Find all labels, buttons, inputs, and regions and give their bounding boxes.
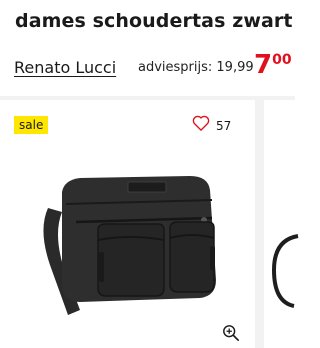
next-product-image[interactable] bbox=[268, 230, 308, 310]
favorite-button[interactable]: 57 bbox=[192, 115, 231, 136]
product-card-next[interactable] bbox=[264, 100, 295, 348]
product-image[interactable] bbox=[40, 170, 230, 320]
sale-badge: sale bbox=[14, 116, 49, 134]
favorite-count: 57 bbox=[216, 118, 232, 133]
advice-price: adviesprijs: 19,99 bbox=[138, 60, 254, 75]
price-cents: 00 bbox=[272, 52, 292, 68]
heart-icon[interactable] bbox=[192, 115, 210, 136]
sale-price: 7 00 bbox=[254, 50, 292, 80]
zoom-icon[interactable] bbox=[222, 324, 240, 342]
brand-link[interactable]: Renato Lucci bbox=[14, 58, 116, 77]
product-title: dames schoudertas zwart bbox=[15, 10, 293, 32]
price-euros: 7 bbox=[254, 50, 273, 80]
